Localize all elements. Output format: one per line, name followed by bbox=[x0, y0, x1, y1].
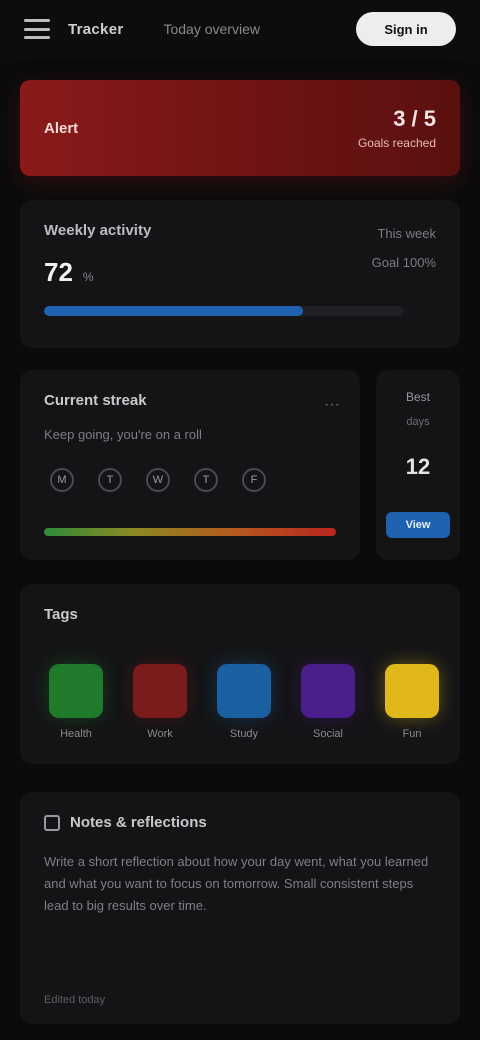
activity-meta: This week Goal 100% bbox=[372, 226, 436, 270]
tag-label: Health bbox=[60, 728, 92, 740]
activity-progress-fill bbox=[44, 306, 304, 316]
tag-item[interactable]: Study bbox=[212, 664, 276, 740]
tag-item[interactable]: Social bbox=[296, 664, 360, 740]
best-sub: days bbox=[406, 416, 430, 428]
banner-value: 3 / 5 Goals reached bbox=[358, 106, 436, 150]
tags-row: Health Work Study Social Fun bbox=[44, 664, 444, 740]
tag-item[interactable]: Fun bbox=[380, 664, 444, 740]
tag-swatch bbox=[49, 664, 103, 718]
streak-subtitle: Keep going, you're on a roll bbox=[44, 427, 202, 442]
tag-item[interactable]: Health bbox=[44, 664, 108, 740]
tag-item[interactable]: Work bbox=[128, 664, 192, 740]
best-label: Best bbox=[405, 390, 430, 404]
alert-banner[interactable]: Alert 3 / 5 Goals reached bbox=[20, 80, 460, 176]
streak-title: Current streak bbox=[44, 392, 147, 409]
activity-card: Weekly activity This week Goal 100% 72 % bbox=[20, 200, 460, 348]
notes-card: Notes & reflections Write a short reflec… bbox=[20, 792, 460, 1024]
notes-footer: Edited today bbox=[44, 994, 106, 1006]
day-circle[interactable]: W bbox=[146, 468, 170, 492]
streak-gradient-bar bbox=[44, 528, 336, 536]
streak-days: M T W T F bbox=[44, 468, 336, 492]
tag-label: Social bbox=[313, 728, 343, 740]
notes-header: Notes & reflections bbox=[44, 814, 436, 831]
view-button[interactable]: View bbox=[386, 512, 450, 538]
activity-goal: Goal 100% bbox=[371, 255, 436, 270]
sign-in-button[interactable]: Sign in bbox=[356, 12, 456, 46]
streak-card: Current streak ··· Keep going, you're on… bbox=[20, 370, 360, 560]
tag-swatch bbox=[217, 664, 271, 718]
tag-label: Work bbox=[147, 728, 173, 740]
banner-caption: Goals reached bbox=[357, 136, 436, 150]
tag-swatch bbox=[301, 664, 355, 718]
day-circle[interactable]: F bbox=[242, 468, 266, 492]
top-bar: Tracker Today overview Sign in bbox=[0, 0, 480, 58]
day-circle[interactable]: M bbox=[50, 468, 74, 492]
tags-title: Tags bbox=[44, 606, 78, 623]
activity-period: This week bbox=[377, 226, 436, 241]
note-icon bbox=[44, 814, 60, 831]
best-streak-card: Best days 12 View bbox=[376, 370, 460, 560]
day-circle[interactable]: T bbox=[98, 468, 122, 492]
tags-card: Tags Health Work Study Social Fun bbox=[20, 584, 460, 764]
activity-unit: % bbox=[82, 270, 94, 284]
notes-body[interactable]: Write a short reflection about how your … bbox=[44, 851, 436, 917]
top-subtitle: Today overview bbox=[163, 21, 260, 37]
banner-count: 3 / 5 bbox=[393, 106, 436, 131]
notes-title: Notes & reflections bbox=[70, 814, 207, 831]
tag-swatch bbox=[385, 664, 439, 718]
activity-progress-track bbox=[44, 306, 404, 316]
best-value: 12 bbox=[405, 454, 431, 479]
tag-label: Fun bbox=[402, 728, 422, 740]
app-title: Tracker bbox=[68, 20, 124, 38]
menu-icon[interactable] bbox=[24, 19, 50, 39]
tag-label: Study bbox=[229, 728, 259, 740]
activity-number: 72 bbox=[44, 257, 73, 287]
tag-swatch bbox=[133, 664, 187, 718]
banner-text: Alert bbox=[44, 119, 79, 137]
more-options-icon[interactable]: ··· bbox=[324, 396, 340, 414]
day-circle[interactable]: T bbox=[194, 468, 218, 492]
